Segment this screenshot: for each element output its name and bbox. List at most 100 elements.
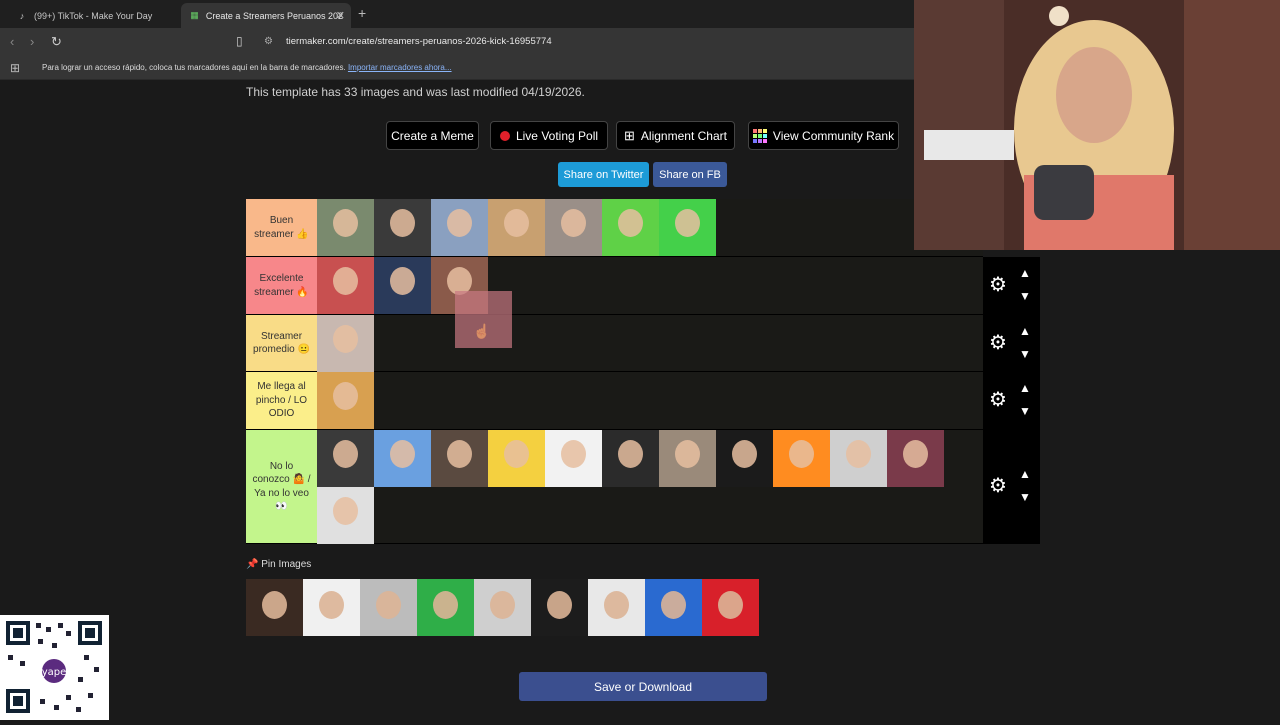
tier-settings-gear-icon[interactable]: ⚙ — [989, 330, 1007, 355]
tier-item-image[interactable] — [488, 199, 545, 256]
tier-settings-gear-icon[interactable]: ⚙ — [989, 272, 1007, 297]
template-notice: This template has 33 images and was last… — [246, 85, 585, 99]
pin-image[interactable] — [588, 579, 645, 636]
move-tier-down-icon[interactable]: ▼ — [1019, 404, 1031, 418]
yape-qr-code: yape — [0, 615, 109, 720]
apps-grid-icon[interactable]: ⊞ — [10, 61, 20, 75]
view-community-rank-button[interactable]: View Community Rank — [748, 121, 899, 150]
bookmarks-bar: ⊞ Para lograr un acceso rápido, coloca t… — [0, 56, 914, 80]
share-twitter-button[interactable]: Share on Twitter — [558, 162, 649, 187]
tier-settings-gear-icon[interactable]: ⚙ — [989, 387, 1007, 412]
pin-images-label: Pin Images — [261, 559, 312, 570]
dragging-item-image[interactable] — [455, 291, 512, 348]
reload-icon[interactable]: ↻ — [51, 34, 62, 50]
pin-image[interactable] — [474, 579, 531, 636]
tier-item-image[interactable] — [488, 430, 545, 487]
alignment-chart-label: Alignment Chart — [640, 128, 727, 143]
qr-code-image: yape — [6, 621, 102, 713]
tier-item-image[interactable] — [887, 430, 944, 487]
pin-image[interactable] — [246, 579, 303, 636]
svg-text:yape: yape — [42, 667, 67, 678]
pin-image[interactable] — [645, 579, 702, 636]
bookmarks-hint: Para lograr un acceso rápido, coloca tus… — [42, 63, 452, 72]
tier-item-image[interactable] — [659, 199, 716, 256]
move-tier-up-icon[interactable]: ▲ — [1019, 381, 1031, 395]
tier-item-image[interactable] — [602, 199, 659, 256]
tier-item-image[interactable] — [374, 257, 431, 314]
pin-image[interactable] — [531, 579, 588, 636]
site-settings-icon[interactable]: ⚙ — [264, 36, 273, 47]
move-tier-down-icon[interactable]: ▼ — [1019, 289, 1031, 303]
back-icon[interactable]: ‹ — [10, 34, 14, 49]
tab-tiktok[interactable]: ♪ (99+) TikTok - Make Your Day — [8, 3, 178, 28]
tier-item-image[interactable] — [317, 199, 374, 256]
tier-controls: ⚙ ▲ ▼ — [983, 315, 1040, 372]
tier-item-image[interactable] — [317, 430, 374, 487]
tier-item-image[interactable] — [659, 430, 716, 487]
tier-item-image[interactable] — [374, 199, 431, 256]
tier-item-image[interactable] — [317, 315, 374, 372]
tier-item-image[interactable] — [374, 430, 431, 487]
save-download-button[interactable]: Save or Download — [519, 672, 767, 701]
tier-colors-icon — [752, 128, 767, 143]
tier-item-image[interactable] — [317, 372, 374, 429]
streamer-webcam-image — [914, 0, 1280, 250]
tier-settings-gear-icon[interactable]: ⚙ — [989, 473, 1007, 498]
tier-item-image[interactable] — [602, 430, 659, 487]
tier-item-image[interactable] — [830, 430, 887, 487]
tier-controls: ⚙ ▲ ▼ — [983, 257, 1040, 315]
tier-row: No lo conozco 🤷 / Ya no lo veo 👀 — [246, 430, 983, 544]
pin-icon: 📌 — [246, 559, 259, 570]
community-rank-label: View Community Rank — [772, 128, 895, 143]
close-tab-icon[interactable]: ✕ — [336, 9, 345, 22]
address-bar[interactable]: tiermaker.com/create/streamers-peruanos-… — [286, 36, 552, 47]
tier-item-image[interactable] — [545, 430, 602, 487]
tab-title: (99+) TikTok - Make Your Day — [34, 10, 153, 21]
forward-icon[interactable]: › — [30, 34, 34, 49]
pin-image[interactable] — [303, 579, 360, 636]
tab-title: Create a Streamers Peruanos 202 — [205, 10, 343, 21]
live-poll-label: Live Voting Poll — [515, 128, 599, 143]
tab-tiermaker[interactable]: ▦ Create a Streamers Peruanos 202 ✕ — [181, 3, 351, 28]
tier-row: Streamer promedio 😐 — [246, 315, 983, 372]
grid-icon: ⊞ — [624, 127, 635, 143]
tier-row: Buen streamer 👍 — [246, 199, 983, 257]
move-tier-down-icon[interactable]: ▼ — [1019, 347, 1031, 361]
tier-label[interactable]: Streamer promedio 😐 — [246, 315, 317, 371]
tier-item-image[interactable] — [716, 430, 773, 487]
live-voting-poll-button[interactable]: Live Voting Poll — [490, 121, 608, 150]
tier-label[interactable]: Excelente streamer 🔥 — [246, 257, 317, 314]
tier-item-image[interactable] — [317, 257, 374, 314]
import-bookmarks-link[interactable]: Importar marcadores ahora... — [348, 63, 452, 72]
pin-image[interactable] — [417, 579, 474, 636]
tier-label[interactable]: No lo conozco 🤷 / Ya no lo veo 👀 — [246, 430, 317, 543]
pin-image[interactable] — [360, 579, 417, 636]
record-dot-icon — [499, 130, 510, 141]
tier-label[interactable]: Me llega al pincho / LO ODIO — [246, 372, 317, 429]
share-twitter-label: Share on Twitter — [563, 168, 644, 181]
tier-item-image[interactable] — [431, 199, 488, 256]
tier-row: Me llega al pincho / LO ODIO — [246, 372, 983, 430]
tier-item-image[interactable] — [431, 430, 488, 487]
tier-controls: ⚙ ▲ ▼ — [983, 430, 1040, 544]
alignment-chart-button[interactable]: ⊞ Alignment Chart — [616, 121, 735, 150]
tier-item-image[interactable] — [317, 487, 374, 544]
webcam-overlay — [914, 0, 1280, 250]
move-tier-up-icon[interactable]: ▲ — [1019, 324, 1031, 338]
move-tier-down-icon[interactable]: ▼ — [1019, 490, 1031, 504]
new-tab-button[interactable]: + — [358, 5, 366, 21]
bookmark-icon[interactable]: ▯ — [236, 34, 243, 48]
tier-item-image[interactable] — [545, 199, 602, 256]
save-download-label: Save or Download — [593, 679, 693, 694]
share-fb-button[interactable]: Share on FB — [653, 162, 727, 187]
bookmarks-hint-text: Para lograr un acceso rápido, coloca tus… — [42, 63, 346, 72]
tier-label[interactable]: Buen streamer 👍 — [246, 199, 317, 256]
tier-item-image[interactable] — [773, 430, 830, 487]
move-tier-up-icon[interactable]: ▲ — [1019, 266, 1031, 280]
create-meme-button[interactable]: Create a Meme — [386, 121, 479, 150]
share-fb-label: Share on FB — [659, 168, 721, 181]
pin-images-header: 📌 Pin Images — [246, 559, 311, 570]
pin-image[interactable] — [702, 579, 759, 636]
browser-toolbar: ‹ › ↻ ▯ ⚙ tiermaker.com/create/streamers… — [0, 28, 914, 56]
move-tier-up-icon[interactable]: ▲ — [1019, 467, 1031, 481]
